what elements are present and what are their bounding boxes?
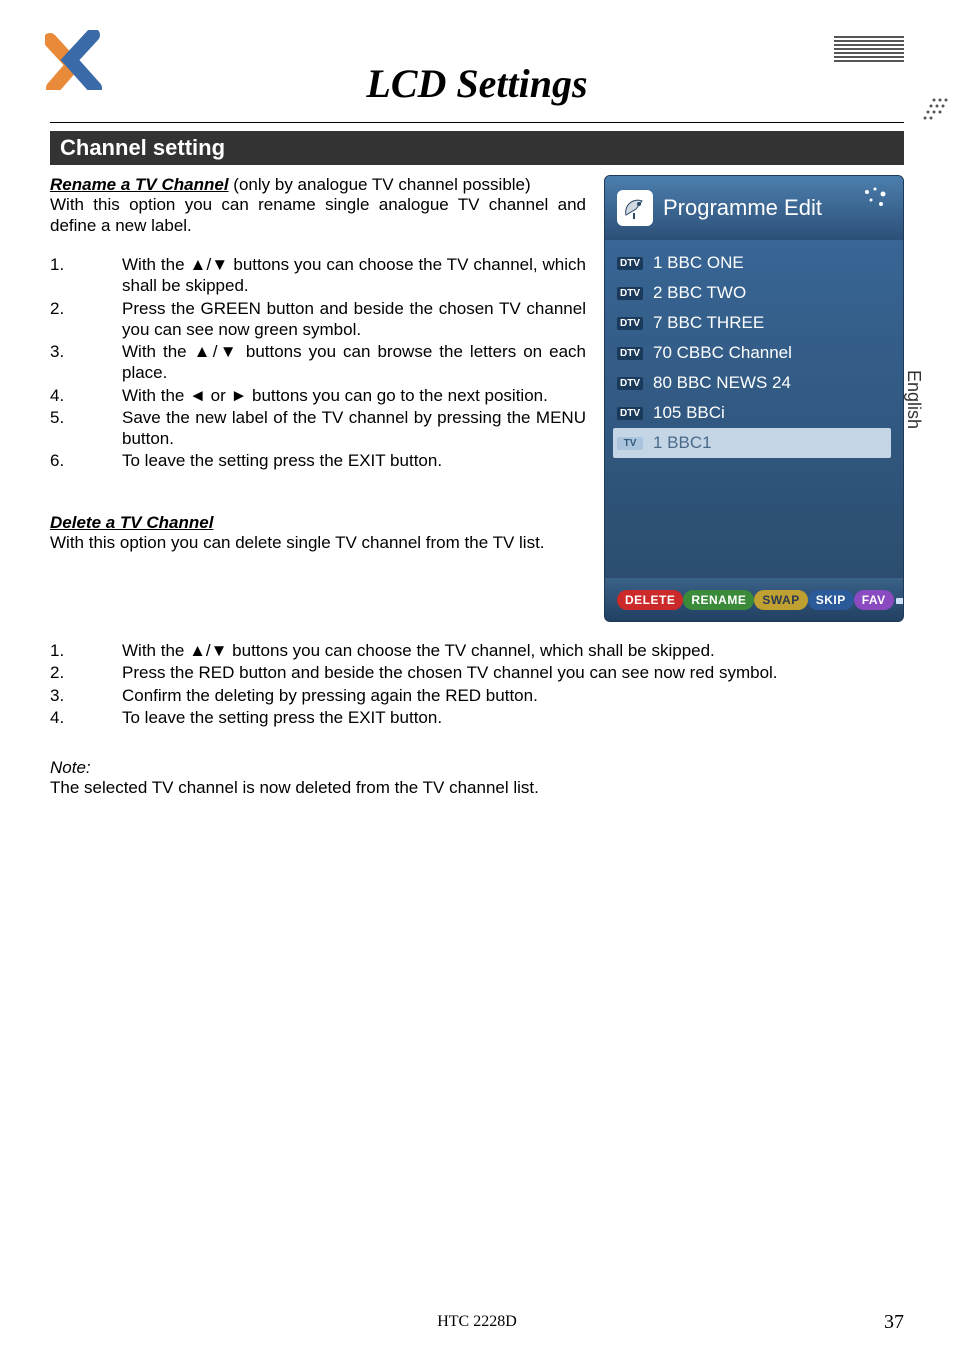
osd-screenshot: Programme Edit DTV 1 BBC ONE bbox=[604, 175, 904, 622]
decor-corner bbox=[844, 20, 954, 120]
delete-heading: Delete a TV Channel bbox=[50, 513, 586, 533]
footer-page-number: 37 bbox=[884, 1311, 904, 1334]
dtv-badge: DTV bbox=[617, 257, 643, 270]
rename-step: To leave the setting press the EXIT butt… bbox=[122, 450, 586, 471]
dtv-badge: DTV bbox=[617, 407, 643, 420]
delete-step: Press the RED button and beside the chos… bbox=[122, 662, 904, 683]
osd-channel-item: DTV 7 BBC THREE bbox=[617, 308, 891, 338]
osd-channel-item-selected: TV 1 BBC1 bbox=[613, 428, 891, 458]
delete-steps: 1.With the ▲/▼ buttons you can choose th… bbox=[50, 640, 904, 728]
signal-icon bbox=[894, 588, 904, 611]
rename-steps: 1.With the ▲/▼ buttons you can choose th… bbox=[50, 254, 586, 472]
tv-badge: TV bbox=[617, 437, 643, 450]
osd-channel-item: DTV 80 BBC NEWS 24 bbox=[617, 368, 891, 398]
brand-logo bbox=[45, 30, 115, 90]
rename-heading: Rename a TV Channel bbox=[50, 175, 229, 194]
page-title: LCD Settings bbox=[50, 60, 904, 107]
delete-step: Confirm the deleting by pressing again t… bbox=[122, 685, 904, 706]
language-tab: English bbox=[903, 370, 924, 429]
osd-channel-list: DTV 1 BBC ONE DTV 2 BBC TWO DTV 7 BBC TH… bbox=[605, 240, 903, 578]
delete-step: With the ▲/▼ buttons you can choose the … bbox=[122, 640, 904, 661]
rename-intro-suffix: (only by analogue TV channel possible) bbox=[233, 175, 530, 194]
skip-pill: SKIP bbox=[808, 590, 854, 610]
osd-footer: DELETE RENAME SWAP SKIP FAV bbox=[605, 578, 903, 621]
dtv-badge: DTV bbox=[617, 317, 643, 330]
osd-channel-item: DTV 2 BBC TWO bbox=[617, 278, 891, 308]
note-label: Note: bbox=[50, 758, 904, 778]
osd-title: Programme Edit bbox=[663, 195, 822, 221]
delete-step: To leave the setting press the EXIT butt… bbox=[122, 707, 904, 728]
rename-step: With the ◄ or ► buttons you can go to th… bbox=[122, 385, 586, 406]
dtv-badge: DTV bbox=[617, 347, 643, 360]
note-text: The selected TV channel is now deleted f… bbox=[50, 778, 904, 798]
title-underline bbox=[50, 122, 904, 123]
decor-lines bbox=[834, 36, 904, 64]
osd-channel-item: DTV 70 CBBC Channel bbox=[617, 338, 891, 368]
osd-channel-item: DTV 1 BBC ONE bbox=[617, 248, 891, 278]
channel-label: 2 BBC TWO bbox=[653, 283, 746, 303]
fav-pill: FAV bbox=[854, 590, 894, 610]
channel-label: 7 BBC THREE bbox=[653, 313, 764, 333]
dtv-badge: DTV bbox=[617, 377, 643, 390]
sparkle-icon bbox=[861, 186, 889, 215]
rename-step: With the ▲/▼ buttons you can choose the … bbox=[122, 254, 586, 297]
channel-label: 1 BBC1 bbox=[653, 433, 712, 453]
rename-pill: RENAME bbox=[683, 590, 754, 610]
rename-intro: With this option you can rename single a… bbox=[50, 195, 586, 236]
delete-pill: DELETE bbox=[617, 590, 683, 610]
rename-step: Save the new label of the TV channel by … bbox=[122, 407, 586, 450]
footer-model: HTC 2228D bbox=[437, 1313, 517, 1331]
satellite-dish-icon bbox=[617, 190, 653, 226]
dtv-badge: DTV bbox=[617, 287, 643, 300]
rename-step: With the ▲/▼ buttons you can browse the … bbox=[122, 341, 586, 384]
channel-label: 1 BBC ONE bbox=[653, 253, 744, 273]
swap-pill: SWAP bbox=[754, 590, 807, 610]
rename-step: Press the GREEN button and beside the ch… bbox=[122, 298, 586, 341]
channel-label: 70 CBBC Channel bbox=[653, 343, 792, 363]
channel-label: 80 BBC NEWS 24 bbox=[653, 373, 791, 393]
osd-channel-item: DTV 105 BBCi bbox=[617, 398, 891, 428]
channel-label: 105 BBCi bbox=[653, 403, 725, 423]
section-header: Channel setting bbox=[50, 131, 904, 165]
delete-intro: With this option you can delete single T… bbox=[50, 533, 586, 553]
